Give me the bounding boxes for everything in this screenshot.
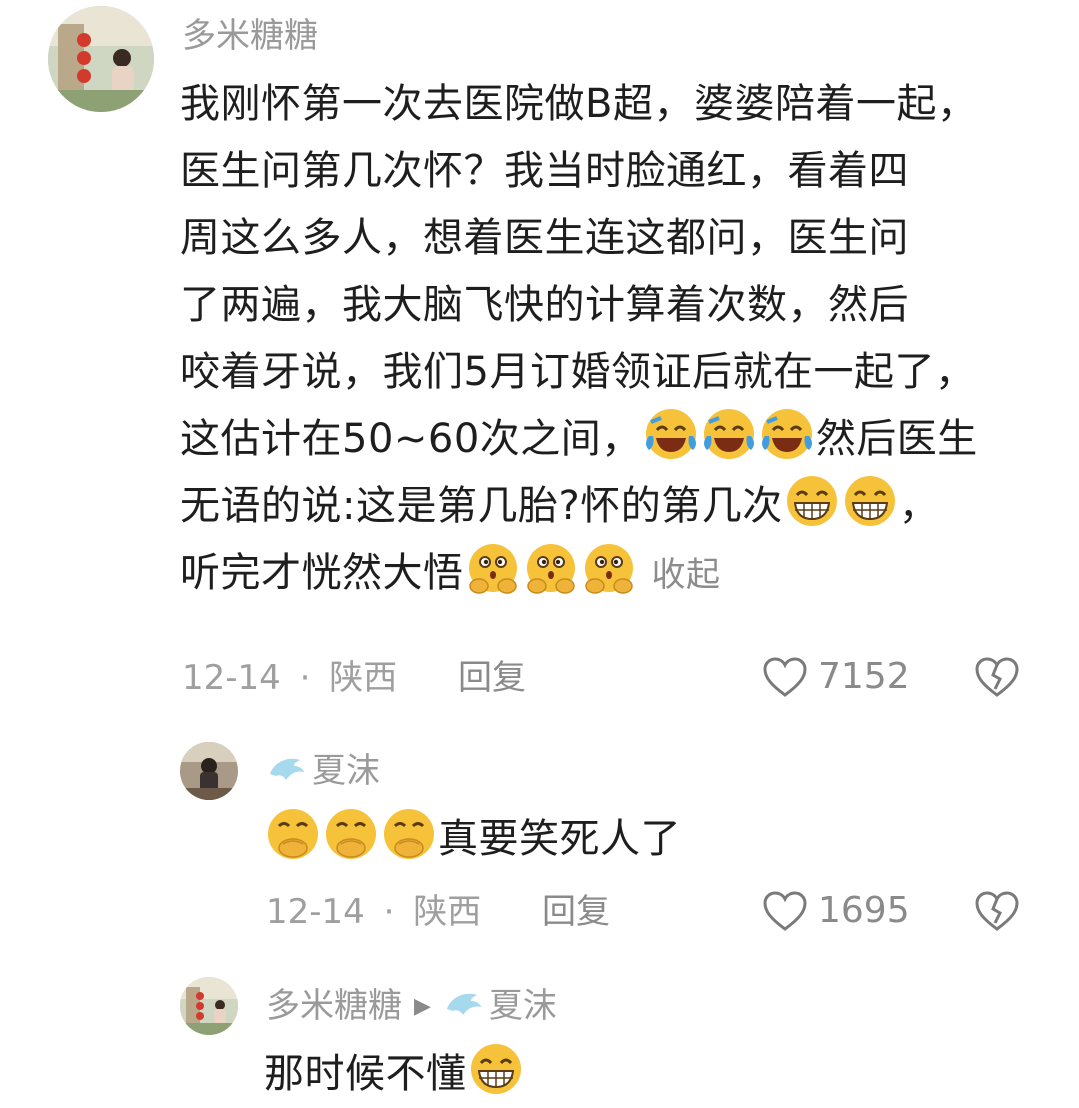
- thinking-hug-emoji: [465, 540, 521, 596]
- comment-body: 真要笑死人了: [264, 806, 681, 873]
- comment-meta: 12-14 · 陕西 回复: [182, 658, 526, 698]
- reply-arrow-icon: ▶: [414, 994, 431, 1019]
- comment-line: 周这么多人，想着医生连这都问，医生问: [180, 215, 909, 261]
- heart-icon: [763, 657, 807, 697]
- heart-icon: [763, 891, 807, 931]
- comment-line: 医生问第几次怀？我当时脸通红，看着四: [180, 148, 909, 194]
- cover-mouth-laugh-emoji: [381, 806, 437, 862]
- comment-line: 真要笑死人了: [264, 806, 681, 873]
- comment-date: 12-14: [182, 658, 281, 698]
- comment-text: 那时候不懂: [264, 1051, 467, 1097]
- comment-line: 无语的说:这是第几胎?怀的第几次 ，: [180, 473, 978, 540]
- username[interactable]: 多米糖糖: [182, 16, 318, 56]
- comment-line: 咬着牙说，我们5月订婚领证后就在一起了，: [180, 349, 976, 395]
- reply-button[interactable]: 回复: [542, 892, 610, 932]
- avatar[interactable]: [180, 977, 238, 1035]
- cover-mouth-laugh-emoji: [323, 806, 379, 862]
- like-count: 1695: [818, 890, 910, 931]
- like-button[interactable]: 1695: [762, 890, 910, 932]
- grin-emoji: [784, 473, 840, 529]
- meta-separator: ·: [383, 892, 395, 932]
- comment-body: 我刚怀第一次去医院做B超，婆婆陪着一起， 医生问第几次怀？我当时脸通红，看着四 …: [180, 71, 978, 607]
- grin-emoji: [468, 1041, 524, 1097]
- comment-line: 听完才恍然大悟 收起: [180, 540, 978, 607]
- broken-heart-icon: [975, 657, 1019, 697]
- grin-emoji: [842, 473, 898, 529]
- avatar-photo: [48, 6, 154, 112]
- comment-line: 了两遍，我大脑飞快的计算着次数，然后: [180, 282, 909, 328]
- comment-text: ，: [898, 483, 940, 529]
- dislike-button[interactable]: [974, 889, 1020, 933]
- like-button[interactable]: 7152: [762, 656, 910, 698]
- thinking-hug-emoji: [523, 540, 579, 596]
- comment-body: 那时候不懂: [264, 1041, 525, 1108]
- dolphin-badge-icon: [443, 987, 483, 1023]
- username-text: 夏沫: [312, 751, 380, 791]
- avatar[interactable]: [180, 742, 238, 800]
- like-count: 7152: [818, 656, 910, 697]
- avatar[interactable]: [48, 6, 154, 112]
- comment-text: 这估计在50~60次之间，: [180, 416, 642, 462]
- dolphin-badge-icon: [266, 752, 306, 788]
- username[interactable]: 夏沫: [266, 751, 380, 791]
- collapse-link[interactable]: 收起: [652, 555, 721, 595]
- laugh-cry-emoji: [643, 406, 699, 462]
- laugh-cry-emoji: [701, 406, 757, 462]
- dislike-button[interactable]: [974, 655, 1020, 699]
- username[interactable]: 多米糖糖: [266, 986, 402, 1026]
- comment-meta: 12-14 · 陕西 回复: [266, 892, 610, 932]
- reply-to-username[interactable]: 夏沫: [489, 986, 557, 1026]
- comment-line: 我刚怀第一次去医院做B超，婆婆陪着一起，: [180, 81, 978, 127]
- meta-separator: ·: [299, 658, 311, 698]
- reply-header: 多米糖糖 ▶ 夏沫: [266, 986, 557, 1027]
- comment-text: 然后医生: [815, 416, 978, 462]
- cover-mouth-laugh-emoji: [265, 806, 321, 862]
- reply-button[interactable]: 回复: [458, 658, 526, 698]
- avatar-photo: [180, 977, 238, 1035]
- comment-location: 陕西: [413, 892, 482, 932]
- laugh-cry-emoji: [759, 406, 815, 462]
- comment-text: 真要笑死人了: [438, 816, 681, 862]
- comment-text: 听完才恍然大悟: [180, 550, 464, 596]
- broken-heart-icon: [975, 891, 1019, 931]
- avatar-photo: [180, 742, 238, 800]
- comment-line: 那时候不懂: [264, 1041, 525, 1108]
- comment-date: 12-14: [266, 892, 365, 932]
- comment-line: 这估计在50~60次之间， 然后医生: [180, 406, 978, 473]
- comment-location: 陕西: [329, 658, 398, 698]
- comment-text: 无语的说:这是第几胎?怀的第几次: [180, 483, 783, 529]
- thinking-hug-emoji: [581, 540, 637, 596]
